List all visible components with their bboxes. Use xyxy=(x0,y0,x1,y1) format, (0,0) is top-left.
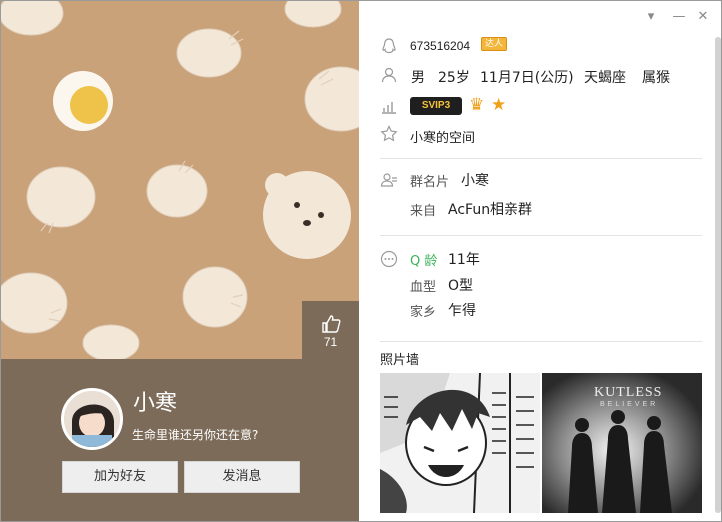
profile-cover: 71 小寒 生命里谁还另你还在意? 加为好友 发消息 xyxy=(1,1,359,521)
like-count: 71 xyxy=(323,335,338,349)
minimize-icon: — xyxy=(672,9,686,24)
chinese-zodiac: 属猴 xyxy=(642,70,670,86)
gender: 男 xyxy=(411,70,425,86)
age: 25岁 xyxy=(438,70,470,86)
hometown-value: 乍得 xyxy=(448,303,476,319)
level-bars-icon xyxy=(382,102,396,114)
divider xyxy=(380,341,702,342)
scrollbar[interactable] xyxy=(715,37,721,513)
nickname: 小寒 xyxy=(133,391,178,416)
photo-wall-image-1[interactable] xyxy=(380,373,540,513)
menu-dropdown-button[interactable]: ▾ xyxy=(643,9,659,25)
blood-type-label: 血型 xyxy=(410,280,437,295)
star-badge-icon[interactable]: ★ xyxy=(491,95,506,115)
photo-wall-title: 照片墙 xyxy=(380,353,420,368)
minimize-button[interactable]: — xyxy=(671,9,687,25)
manga-photo xyxy=(380,373,540,513)
daren-badge[interactable]: 达人 xyxy=(481,37,508,51)
hometown-label: 家乡 xyxy=(410,305,437,320)
qq-number: 673516204 xyxy=(410,39,471,53)
signature: 生命里谁还另你还在意? xyxy=(132,428,259,442)
photo-wall-image-2[interactable]: KUTLESS BELIEVER xyxy=(542,373,702,513)
user-icon xyxy=(381,67,397,83)
zodiac: 天蝎座 xyxy=(584,70,626,86)
q-age-label: Q 龄 xyxy=(410,254,438,269)
penguin-icon xyxy=(382,38,396,54)
avatar[interactable] xyxy=(61,388,123,450)
close-icon: ✕ xyxy=(697,9,709,24)
group-card-value: 小寒 xyxy=(461,173,489,189)
divider xyxy=(380,235,702,236)
like-button[interactable]: 71 xyxy=(302,301,359,359)
divider xyxy=(380,158,702,159)
q-age-value: 11年 xyxy=(448,252,480,268)
avatar-image xyxy=(64,391,120,447)
from-label: 来自 xyxy=(410,204,437,219)
birthday: 11月7日(公历) xyxy=(480,70,574,86)
send-message-button[interactable]: 发消息 xyxy=(184,461,300,493)
close-button[interactable]: ✕ xyxy=(695,9,711,25)
svip-badge[interactable]: SVIP3 xyxy=(410,97,462,115)
thumbs-up-icon xyxy=(322,315,341,333)
photo-2-subtitle: BELIEVER xyxy=(600,401,659,408)
more-info-icon xyxy=(380,250,398,268)
space-link[interactable]: 小寒的空间 xyxy=(410,127,475,146)
crown-icon[interactable]: ♛ xyxy=(469,95,484,115)
group-card-label: 群名片 xyxy=(410,175,450,190)
scrollbar-thumb[interactable] xyxy=(715,37,721,513)
star-outline-icon xyxy=(380,125,398,142)
profile-window: 71 小寒 生命里谁还另你还在意? 加为好友 发消息 ▾ — ✕ 6735162… xyxy=(0,0,722,522)
chevron-down-icon: ▾ xyxy=(647,9,655,24)
group-card-icon xyxy=(380,173,397,187)
add-friend-button[interactable]: 加为好友 xyxy=(62,461,178,493)
from-group-value: AcFun相亲群 xyxy=(448,202,533,218)
blood-type-value: O型 xyxy=(448,278,474,294)
photo-2-title: KUTLESS xyxy=(594,385,663,400)
